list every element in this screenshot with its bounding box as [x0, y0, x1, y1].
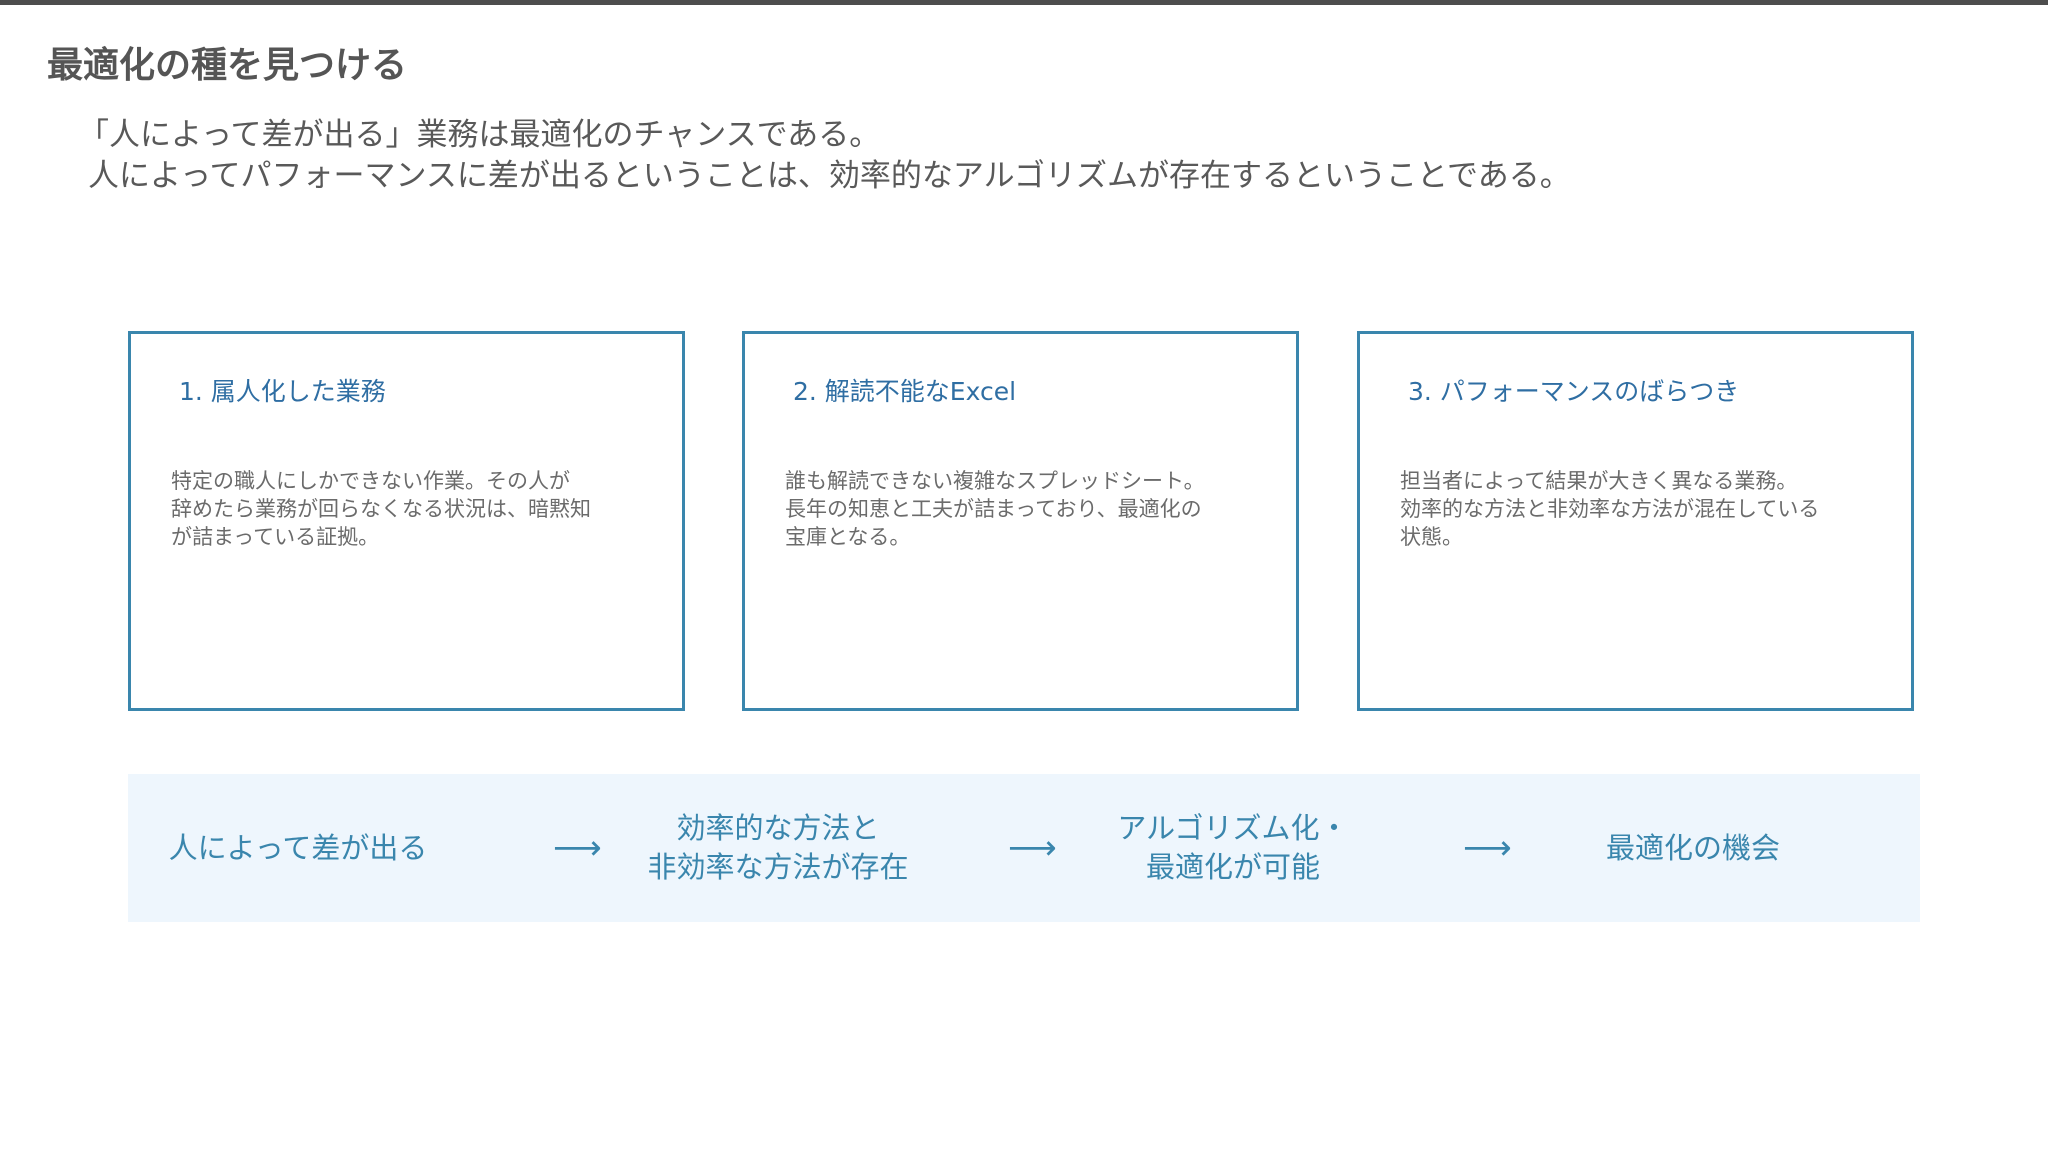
- card-body: 担当者によって結果が大きく異なる業務。 効率的な方法と非効率な方法が混在している…: [1400, 467, 1890, 551]
- page-title: 最適化の種を見つける: [47, 45, 408, 86]
- card-title: 2. 解読不能なExcel: [793, 377, 1017, 406]
- flow-banner: 人によって差が出る ⟶ 効率的な方法と 非効率な方法が存在 ⟶ アルゴリズム化・…: [128, 774, 1920, 922]
- card-title: 1. 属人化した業務: [179, 377, 386, 406]
- card-body-line: 特定の職人にしかできない作業。その人が: [171, 469, 570, 493]
- flow-step-1: 人によって差が出る: [158, 774, 438, 922]
- flow-step-line: 非効率な方法が存在: [647, 850, 909, 884]
- card-unreadable-excel: 2. 解読不能なExcel 誰も解読できない複雑なスプレッドシート。 長年の知恵…: [742, 331, 1299, 711]
- lead-line-2: 人によってパフォーマンスに差が出るということは、効率的なアルゴリズムが存在すると…: [88, 158, 1571, 194]
- arrow-right-icon: ⟶: [1463, 828, 1512, 868]
- card-body-line: 効率的な方法と非効率な方法が混在している: [1400, 497, 1820, 521]
- lead-text: 「人によって差が出る」業務は最適化のチャンスである。 人によってパフォーマンスに…: [78, 115, 1571, 197]
- flow-step-line: 最適化が可能: [1145, 850, 1320, 884]
- flow-step-line: 人によって差が出る: [168, 830, 428, 865]
- card-title: 3. パフォーマンスのばらつき: [1408, 377, 1740, 406]
- card-body-line: 担当者によって結果が大きく異なる業務。: [1400, 469, 1798, 493]
- flow-step-line: 最適化の機会: [1605, 830, 1780, 865]
- slide: 最適化の種を見つける 「人によって差が出る」業務は最適化のチャンスである。 人に…: [0, 0, 2048, 1152]
- card-body-line: 宝庫となる。: [785, 525, 911, 549]
- arrow-right-icon: ⟶: [553, 828, 602, 868]
- card-body: 誰も解読できない複雑なスプレッドシート。 長年の知恵と工夫が詰まっており、最適化…: [785, 467, 1275, 551]
- flow-step-3: アルゴリズム化・ 最適化が可能: [1083, 774, 1383, 922]
- card-body-line: が詰まっている証拠。: [171, 525, 380, 549]
- card-body: 特定の職人にしかできない作業。その人が 辞めたら業務が回らなくなる状況は、暗黙知…: [171, 467, 661, 551]
- flow-step-2: 効率的な方法と 非効率な方法が存在: [628, 774, 928, 922]
- card-body-line: 辞めたら業務が回らなくなる状況は、暗黙知: [171, 497, 591, 521]
- card-performance-variance: 3. パフォーマンスのばらつき 担当者によって結果が大きく異なる業務。 効率的な…: [1357, 331, 1914, 711]
- card-body-line: 状態。: [1400, 525, 1463, 549]
- card-personalized-work: 1. 属人化した業務 特定の職人にしかできない作業。その人が 辞めたら業務が回ら…: [128, 331, 685, 711]
- top-rule: [0, 0, 2048, 5]
- lead-line-1: 「人によって差が出る」業務は最適化のチャンスである。: [78, 117, 881, 153]
- arrow-right-icon: ⟶: [1008, 828, 1057, 868]
- flow-step-line: アルゴリズム化・: [1117, 811, 1349, 845]
- card-body-line: 長年の知恵と工夫が詰まっており、最適化の: [785, 497, 1202, 521]
- flow-step-4: 最適化の機会: [1558, 774, 1828, 922]
- flow-step-line: 効率的な方法と: [676, 811, 880, 845]
- card-body-line: 誰も解読できない複雑なスプレッドシート。: [785, 469, 1205, 493]
